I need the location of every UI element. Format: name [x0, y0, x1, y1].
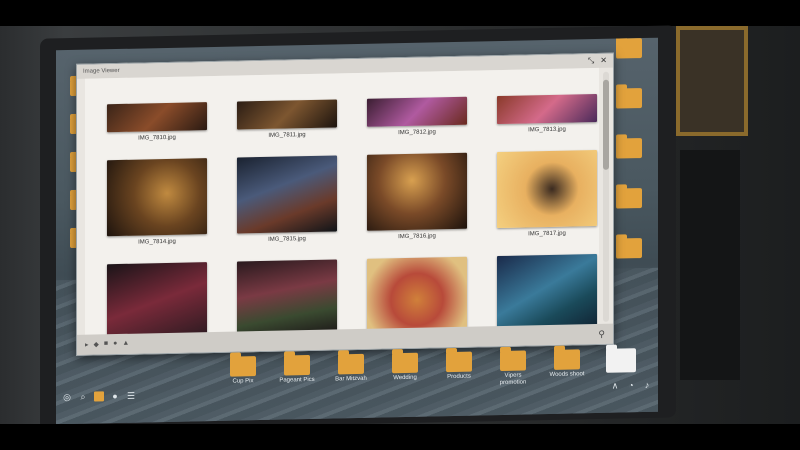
folder-icon [616, 38, 642, 59]
folder-icon [616, 88, 642, 109]
desktop-screen: Image Viewer ⤡ ✕ IMG_7810.jpg IMG_7811.jp… [56, 37, 658, 425]
volume-icon[interactable]: ♪ [642, 380, 652, 390]
scrollbar-thumb[interactable] [603, 79, 609, 170]
photo-image [497, 149, 597, 229]
photo-image [107, 262, 207, 337]
tool-icon[interactable]: ■ [104, 340, 108, 348]
photo-thumbnail[interactable]: IMG_7811.jpg [225, 68, 349, 154]
photo-thumbnail[interactable]: IMG_7813.jpg [485, 68, 599, 148]
photo-caption: IMG_7813.jpg [528, 126, 566, 134]
photo-image [237, 155, 337, 234]
folder-icon [230, 356, 256, 377]
tool-icon[interactable]: ◆ [94, 340, 99, 348]
folder-icon [554, 349, 580, 370]
photo-caption: IMG_7811.jpg [268, 132, 306, 139]
folder-icon [616, 188, 642, 209]
photo-thumbnail[interactable]: IMG_7814.jpg [95, 158, 219, 261]
window-controls: ⤡ ✕ [588, 56, 607, 65]
image-viewer-window[interactable]: Image Viewer ⤡ ✕ IMG_7810.jpg IMG_7811.jp… [76, 52, 614, 356]
chevron-up-icon[interactable]: ∧ [610, 380, 620, 391]
search-icon[interactable]: ⚲ [598, 328, 605, 339]
photo-image [367, 152, 467, 231]
photo-thumbnail[interactable]: IMG_7819.jpg [225, 259, 349, 337]
photo-thumbnail[interactable]: IMG_7815.jpg [225, 155, 349, 258]
taskbar-left: ◎ ⌕ ● ☰ [62, 391, 136, 403]
folder-icon [616, 138, 642, 159]
photo-caption: IMG_7815.jpg [268, 236, 306, 243]
maximize-icon[interactable]: ⤡ [588, 56, 594, 65]
photo-image [237, 259, 337, 337]
photo-caption: IMG_7817.jpg [528, 230, 566, 238]
photo-thumbnail[interactable]: IMG_7812.jpg [355, 68, 479, 151]
folder-icon [616, 238, 642, 259]
folder-icon [446, 351, 472, 373]
letterbox-bottom [0, 424, 800, 450]
photo-image [107, 158, 207, 237]
photo-caption: IMG_7814.jpg [138, 238, 176, 246]
photo-thumbnail[interactable]: IMG_7820.jpg [355, 256, 479, 336]
folder-icon [500, 350, 526, 372]
photo-thumbnail[interactable]: IMG_7816.jpg [355, 152, 479, 255]
menu-icon[interactable]: ☰ [126, 391, 136, 401]
thumbnail-grid: IMG_7810.jpg IMG_7811.jpg IMG_7812.jpg IMG_… [85, 68, 599, 337]
photo-caption: IMG_7810.jpg [138, 134, 176, 142]
photo-image [107, 102, 207, 133]
folder-icon [606, 348, 636, 373]
photo-caption: IMG_7812.jpg [398, 129, 436, 137]
photo-image [497, 253, 597, 333]
wall-picture-frame [676, 26, 748, 136]
scene: Image Viewer ⤡ ✕ IMG_7810.jpg IMG_7811.jp… [0, 0, 800, 450]
window-title: Image Viewer [83, 67, 120, 75]
letterbox-top [0, 0, 800, 26]
tool-icon[interactable]: ▲ [122, 340, 129, 348]
start-icon[interactable]: ◎ [62, 392, 72, 402]
thumbnail-area[interactable]: IMG_7810.jpg IMG_7811.jpg IMG_7812.jpg IMG_… [85, 67, 599, 337]
photo-caption: IMG_7816.jpg [398, 233, 436, 241]
photo-thumbnail[interactable]: IMG_7810.jpg [95, 68, 219, 157]
photo-thumbnail[interactable]: IMG_7818.jpg [95, 262, 219, 337]
viewer-tools: ▸ ◆ ■ ● ▲ [85, 340, 129, 349]
file-explorer-icon[interactable] [94, 391, 104, 402]
photo-image [497, 93, 597, 125]
tool-icon[interactable]: ● [113, 340, 117, 348]
app-icon[interactable]: ● [110, 391, 120, 401]
wifi-icon[interactable]: ◔ [626, 380, 636, 390]
photo-image [367, 256, 467, 335]
folder-icon [284, 354, 310, 376]
tool-icon[interactable]: ▸ [85, 341, 89, 349]
folder-icon [392, 352, 418, 374]
shelf [680, 150, 740, 380]
close-icon[interactable]: ✕ [600, 56, 607, 65]
system-tray: ∧ ◔ ♪ [610, 380, 652, 391]
search-icon[interactable]: ⌕ [78, 392, 88, 402]
photo-image [237, 99, 337, 130]
photo-thumbnail[interactable]: IMG_7817.jpg [485, 149, 599, 253]
scrollbar[interactable] [603, 71, 609, 322]
folder-icon [338, 353, 364, 375]
photo-image [367, 96, 467, 127]
